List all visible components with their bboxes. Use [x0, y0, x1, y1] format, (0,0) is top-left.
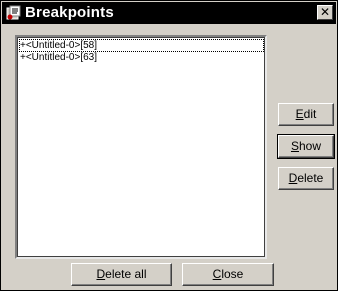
delete-label-rest: elete	[297, 171, 324, 185]
close-button[interactable]: Close	[182, 263, 274, 286]
delete-mnemonic: D	[288, 171, 298, 185]
delete-button[interactable]: Delete	[278, 167, 334, 190]
list-item[interactable]: +<Untitled-0>[63]	[20, 52, 97, 63]
close-icon[interactable]: ✕	[317, 5, 333, 20]
show-label-rest: how	[299, 139, 322, 153]
breakpoints-dialog: Breakpoints ✕ +<Untitled-0>[58] +<Untitl…	[0, 0, 338, 291]
edit-mnemonic: E	[295, 107, 304, 121]
delete-all-label-rest: elete all	[105, 267, 147, 281]
list-item[interactable]: +<Untitled-0>[58]	[19, 39, 264, 52]
delete-all-button[interactable]: Delete all	[71, 263, 172, 286]
edit-button[interactable]: Edit	[278, 103, 334, 126]
breakpoint-list[interactable]: +<Untitled-0>[58] +<Untitled-0>[63]	[15, 35, 267, 259]
breakpoints-window-icon	[6, 5, 22, 21]
show-mnemonic: S	[290, 139, 299, 153]
show-button[interactable]: Show	[277, 134, 335, 159]
edit-label-rest: dit	[303, 107, 317, 121]
title-bar[interactable]: Breakpoints ✕	[2, 2, 336, 24]
delete-all-mnemonic: D	[96, 267, 106, 281]
close-label-rest: lose	[221, 267, 244, 281]
window-title: Breakpoints	[25, 4, 114, 21]
